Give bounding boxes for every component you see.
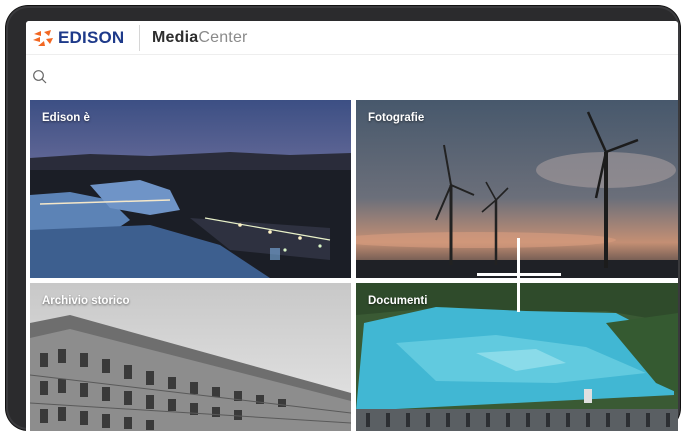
edison-logo[interactable]: edison [32,27,124,49]
edison-logo-mark-icon [33,30,53,46]
dam-night-image [30,100,351,278]
tile-label: Archivio storico [42,295,130,307]
title-light: Center [198,29,248,46]
header-bar: edison MediaCenter [26,21,678,55]
logo-text: edison [58,28,125,47]
search-button[interactable] [32,69,48,85]
tile-label: Edison è [42,112,90,124]
tile-edison-e[interactable]: Edison è [30,100,351,278]
header-divider [139,25,140,51]
tile-documenti[interactable]: Documenti [356,283,678,431]
media-grid: Edison è Fotografie Archivio storico Doc… [30,100,678,431]
search-icon [33,70,47,84]
tile-label: Fotografie [368,112,425,124]
screen: edison MediaCenter [26,21,678,431]
wind-turbines-image [356,100,678,278]
title-bold: Media [152,29,199,46]
tile-archivio-storico[interactable]: Archivio storico [30,283,351,431]
media-center-title[interactable]: MediaCenter [152,29,248,47]
tablet-frame: edison MediaCenter [6,6,680,431]
tile-fotografie[interactable]: Fotografie [356,100,678,278]
tile-label: Documenti [368,295,428,307]
